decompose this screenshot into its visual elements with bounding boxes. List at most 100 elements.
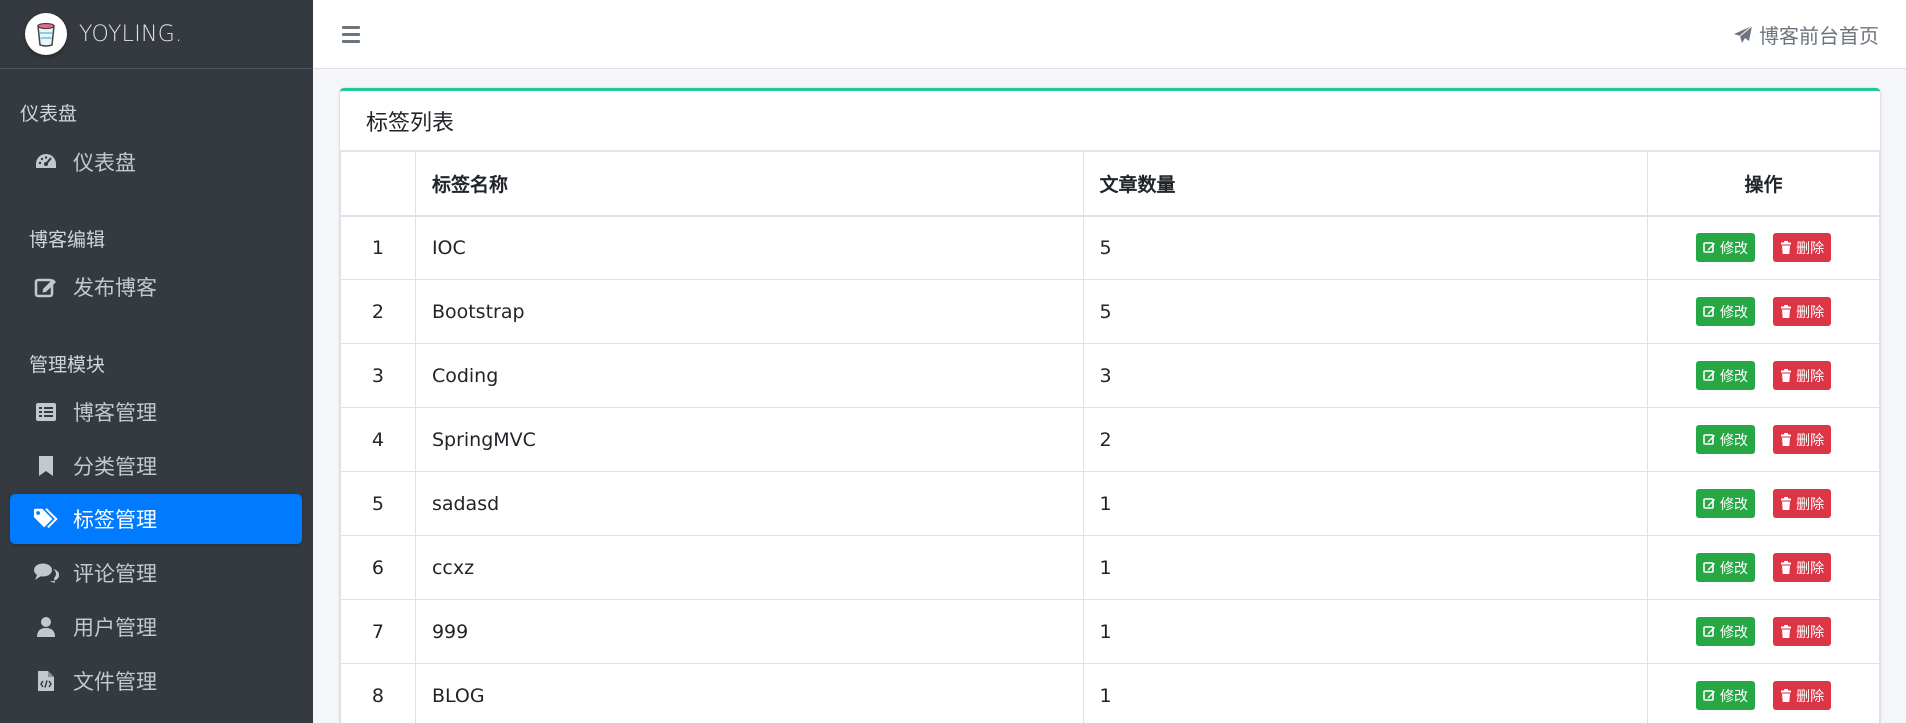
delete-button-label: 删除 — [1796, 624, 1825, 641]
bookmark-icon — [33, 453, 59, 479]
sidebar-item-label: 标签管理 — [73, 508, 157, 532]
row-actions: 修改 删除 — [1647, 343, 1880, 408]
delete-button-label: 删除 — [1796, 304, 1825, 321]
article-count: 1 — [1082, 471, 1649, 536]
row-actions: 修改 删除 — [1647, 599, 1880, 664]
edit-icon — [1703, 626, 1716, 637]
delete-button-label: 删除 — [1796, 432, 1825, 449]
sidebar-item-label: 评论管理 — [73, 562, 157, 586]
edit-button[interactable]: 修改 — [1696, 233, 1756, 263]
sidebar-item-blog-manage[interactable]: 博客管理 — [10, 387, 302, 437]
sidebar-item-file-manage[interactable]: 文件管理 — [10, 656, 302, 706]
trash-icon — [1781, 561, 1792, 574]
delete-button[interactable]: 删除 — [1773, 617, 1832, 646]
edit-button[interactable]: 修改 — [1696, 425, 1756, 454]
blog-front-link[interactable]: 博客前台首页 — [1733, 20, 1879, 49]
edit-button[interactable]: 修改 — [1696, 617, 1756, 646]
table-header-row: 标签名称 文章数量 操作 — [340, 151, 1880, 217]
row-actions: 修改 删除 — [1647, 407, 1880, 472]
tag-name: sadasd — [414, 471, 1084, 536]
tag-name: 999 — [414, 599, 1084, 664]
sidebar-item-label: 仪表盘 — [73, 151, 136, 175]
article-count: 5 — [1082, 279, 1649, 344]
row-index: 1 — [340, 215, 416, 280]
tag-name: SpringMVC — [414, 407, 1084, 472]
delete-button[interactable]: 删除 — [1773, 489, 1832, 518]
row-index: 6 — [340, 535, 416, 600]
edit-icon — [1703, 498, 1716, 509]
row-index: 3 — [340, 343, 416, 408]
brand[interactable]: YOYLING. — [0, 0, 313, 69]
sidebar-item-publish[interactable]: 发布博客 — [10, 262, 302, 312]
delete-button[interactable]: 删除 — [1773, 425, 1832, 454]
delete-button[interactable]: 删除 — [1773, 553, 1832, 582]
tag-name: BLOG — [414, 663, 1084, 723]
delete-button-label: 删除 — [1796, 240, 1825, 257]
trash-icon — [1781, 369, 1792, 382]
trash-icon — [1781, 241, 1792, 255]
sidebar-item-tag-manage[interactable]: 标签管理 — [10, 494, 302, 544]
edit-button-label: 修改 — [1720, 240, 1749, 257]
edit-button[interactable]: 修改 — [1696, 361, 1756, 390]
sidebar-item-category-manage[interactable]: 分类管理 — [10, 441, 302, 491]
row-actions: 修改 删除 — [1647, 471, 1880, 536]
edit-icon — [1703, 370, 1716, 381]
row-actions: 修改 删除 — [1647, 215, 1880, 280]
trash-icon — [1781, 433, 1792, 446]
article-count: 5 — [1082, 215, 1649, 280]
delete-button-label: 删除 — [1796, 688, 1825, 705]
menu-toggle-icon[interactable] — [342, 22, 366, 46]
row-actions: 修改 删除 — [1647, 663, 1880, 723]
table-row: 1 IOC 5 修改 删除 — [340, 215, 1880, 280]
edit-button[interactable]: 修改 — [1696, 553, 1756, 582]
row-actions: 修改 删除 — [1647, 535, 1880, 600]
edit-button-label: 修改 — [1720, 304, 1749, 321]
table-row: 7 999 1 修改 删除 — [340, 599, 1880, 664]
comments-icon — [33, 560, 59, 586]
edit-icon — [33, 274, 59, 300]
article-count: 1 — [1082, 599, 1649, 664]
sidebar: YOYLING. 仪表盘 仪表盘 博客编辑 发布博客 管理模块 博客管理 分类管… — [0, 0, 313, 723]
delete-button-label: 删除 — [1796, 496, 1825, 513]
delete-button[interactable]: 删除 — [1773, 361, 1832, 390]
tag-name: IOC — [414, 215, 1084, 280]
sidebar-item-user-manage[interactable]: 用户管理 — [10, 602, 302, 652]
file-code-icon — [33, 668, 59, 694]
user-icon — [33, 614, 59, 640]
edit-button[interactable]: 修改 — [1696, 297, 1756, 326]
row-index: 4 — [340, 407, 416, 472]
table-row: 6 ccxz 1 修改 删除 — [340, 535, 1880, 600]
table-row: 4 SpringMVC 2 修改 删除 — [340, 407, 1880, 472]
edit-button-label: 修改 — [1720, 688, 1749, 705]
trash-icon — [1781, 497, 1792, 510]
card-title: 标签列表 — [340, 91, 1880, 151]
delete-button[interactable]: 删除 — [1773, 233, 1832, 263]
sidebar-item-comment-manage[interactable]: 评论管理 — [10, 548, 302, 598]
article-count: 2 — [1082, 407, 1649, 472]
row-index: 7 — [340, 599, 416, 664]
article-count: 1 — [1082, 535, 1649, 600]
tag-list-card: 标签列表 标签名称 文章数量 操作 1 IOC 5 修改 删除 2 Bootst… — [340, 88, 1880, 723]
row-index: 5 — [340, 471, 416, 536]
article-count: 3 — [1082, 343, 1649, 408]
delete-button[interactable]: 删除 — [1773, 297, 1832, 326]
sidebar-item-dashboard[interactable]: 仪表盘 — [10, 137, 302, 187]
nav-header-management: 管理模块 — [29, 354, 106, 376]
row-index: 8 — [340, 663, 416, 723]
edit-button-label: 修改 — [1720, 432, 1749, 449]
brand-logo — [25, 13, 67, 55]
sidebar-item-label: 博客管理 — [73, 401, 157, 425]
sidebar-item-label: 分类管理 — [73, 455, 157, 479]
edit-button[interactable]: 修改 — [1696, 489, 1756, 518]
row-index: 2 — [340, 279, 416, 344]
edit-icon — [1703, 306, 1716, 317]
nav-header-dashboard: 仪表盘 — [20, 103, 78, 125]
edit-button[interactable]: 修改 — [1696, 681, 1756, 710]
tag-name: Bootstrap — [414, 279, 1084, 344]
edit-icon — [1703, 690, 1716, 701]
sidebar-item-label: 文件管理 — [73, 670, 157, 694]
row-actions: 修改 删除 — [1647, 279, 1880, 344]
tags-icon — [33, 506, 59, 532]
trash-icon — [1781, 305, 1792, 318]
delete-button[interactable]: 删除 — [1773, 681, 1832, 710]
